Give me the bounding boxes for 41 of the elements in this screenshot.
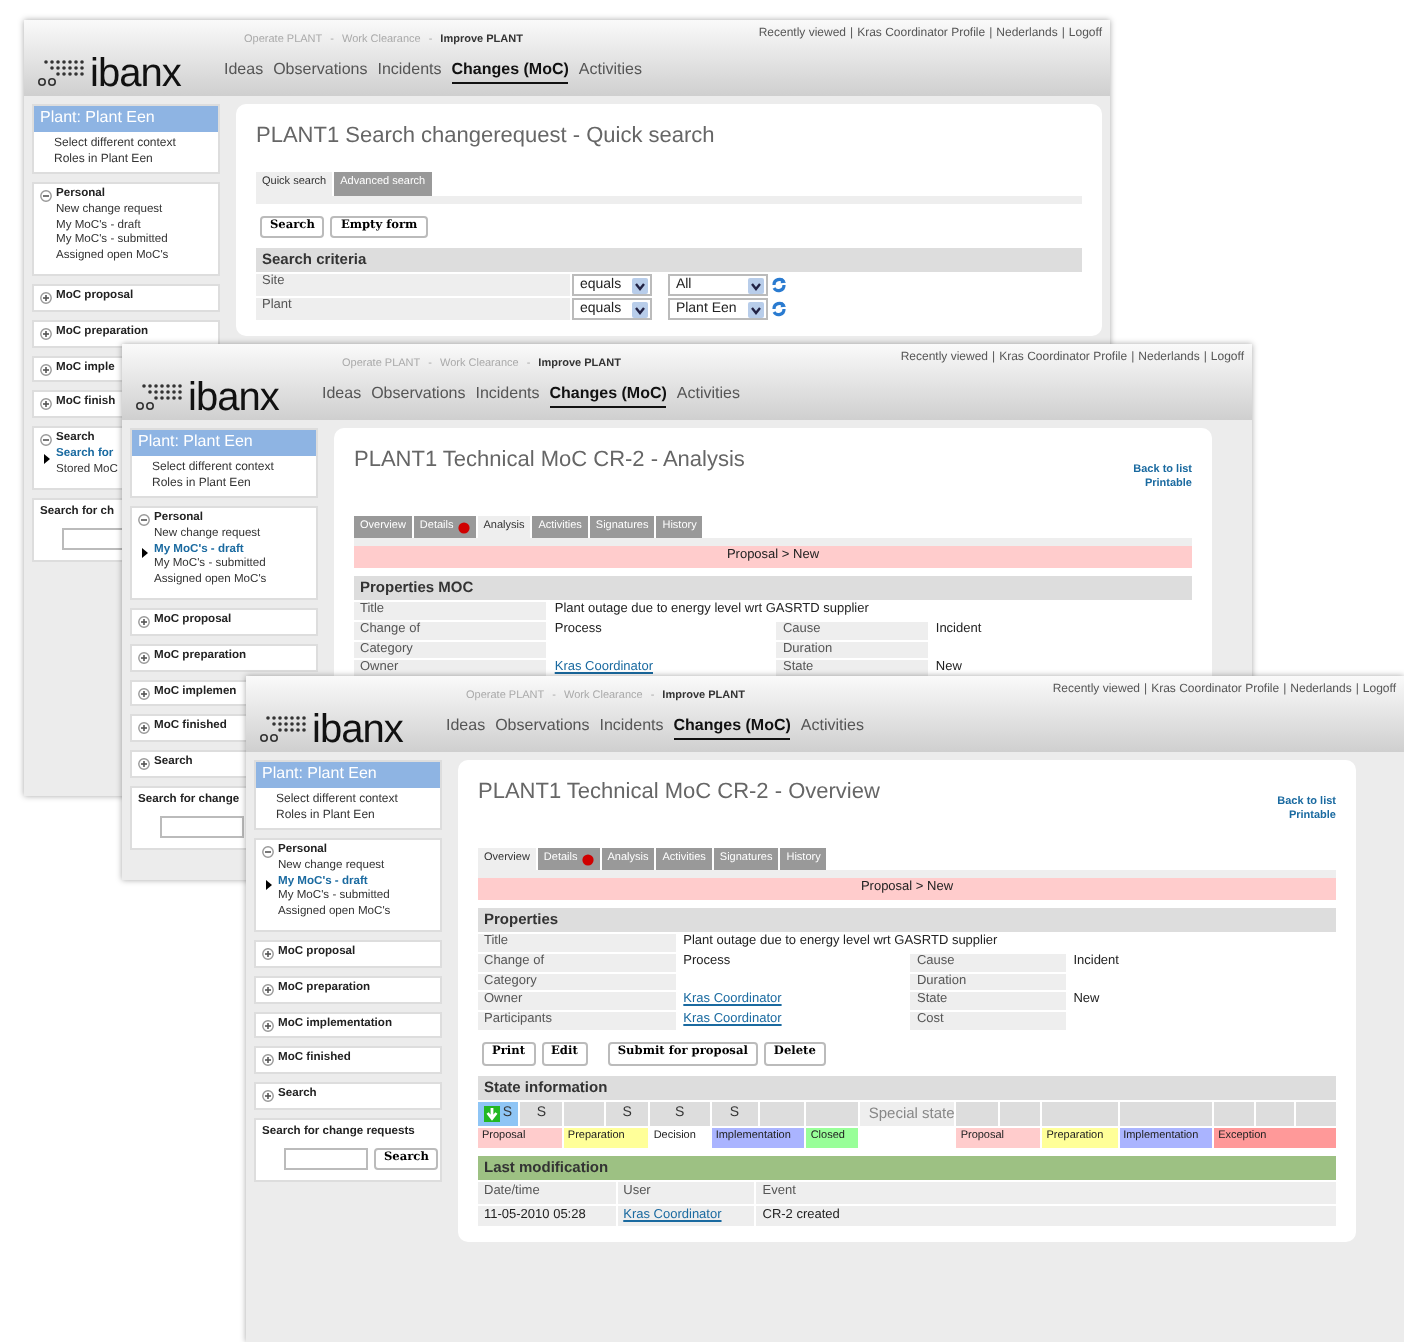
context-title: Plant: Plant Een: [34, 106, 218, 132]
down-arrow-icon: [484, 1105, 501, 1122]
alert-dot-icon: [457, 521, 470, 534]
caret-icon: [631, 277, 648, 294]
logo-text: ibanx: [188, 376, 279, 420]
logo-dots-icon: [36, 58, 88, 88]
alert-dot-icon: [581, 853, 594, 866]
pointer-icon: [142, 548, 148, 559]
page-title: PLANT1 Search changerequest - Quick search: [256, 124, 715, 151]
nav-tab[interactable]: Ideas: [322, 384, 362, 409]
logo-text: ibanx: [90, 52, 181, 96]
nav-tab[interactable]: Incidents: [599, 716, 664, 741]
page-title: PLANT1 Technical MoC CR-2 - Overview: [478, 780, 880, 807]
nav-tab[interactable]: Ideas: [224, 60, 264, 85]
nav-tab[interactable]: Incidents: [377, 60, 442, 85]
nav-tab[interactable]: Observations: [495, 716, 590, 741]
caret-icon: [747, 277, 764, 294]
caret-icon: [747, 301, 764, 318]
page-title: PLANT1 Technical MoC CR-2 - Analysis: [354, 448, 745, 475]
nav-tab[interactable]: Activities: [578, 60, 642, 85]
pointer-icon: [266, 880, 272, 891]
search-field[interactable]: [160, 815, 244, 838]
logo-dots-icon: [134, 382, 186, 412]
search-field[interactable]: [284, 1147, 368, 1170]
nav-tab[interactable]: Observations: [273, 60, 368, 85]
nav-tab[interactable]: Observations: [371, 384, 466, 409]
pointer-icon: [44, 453, 50, 464]
refresh-icon: [769, 300, 788, 319]
context-title: Plant: Plant Een: [256, 762, 440, 788]
nav-tab[interactable]: Ideas: [446, 716, 486, 741]
nav-tab[interactable]: Changes (MoC): [451, 60, 569, 85]
nav-tab[interactable]: Activities: [676, 384, 740, 409]
refresh-icon: [769, 276, 788, 295]
nav-tab[interactable]: Incidents: [475, 384, 540, 409]
caret-icon: [631, 301, 648, 318]
nav-tab[interactable]: Changes (MoC): [673, 716, 791, 741]
nav-tab[interactable]: Changes (MoC): [549, 384, 667, 409]
context-title: Plant: Plant Een: [132, 430, 316, 456]
nav-tab[interactable]: Activities: [800, 716, 864, 741]
logo-text: ibanx: [312, 708, 403, 752]
logo-dots-icon: [258, 714, 310, 744]
